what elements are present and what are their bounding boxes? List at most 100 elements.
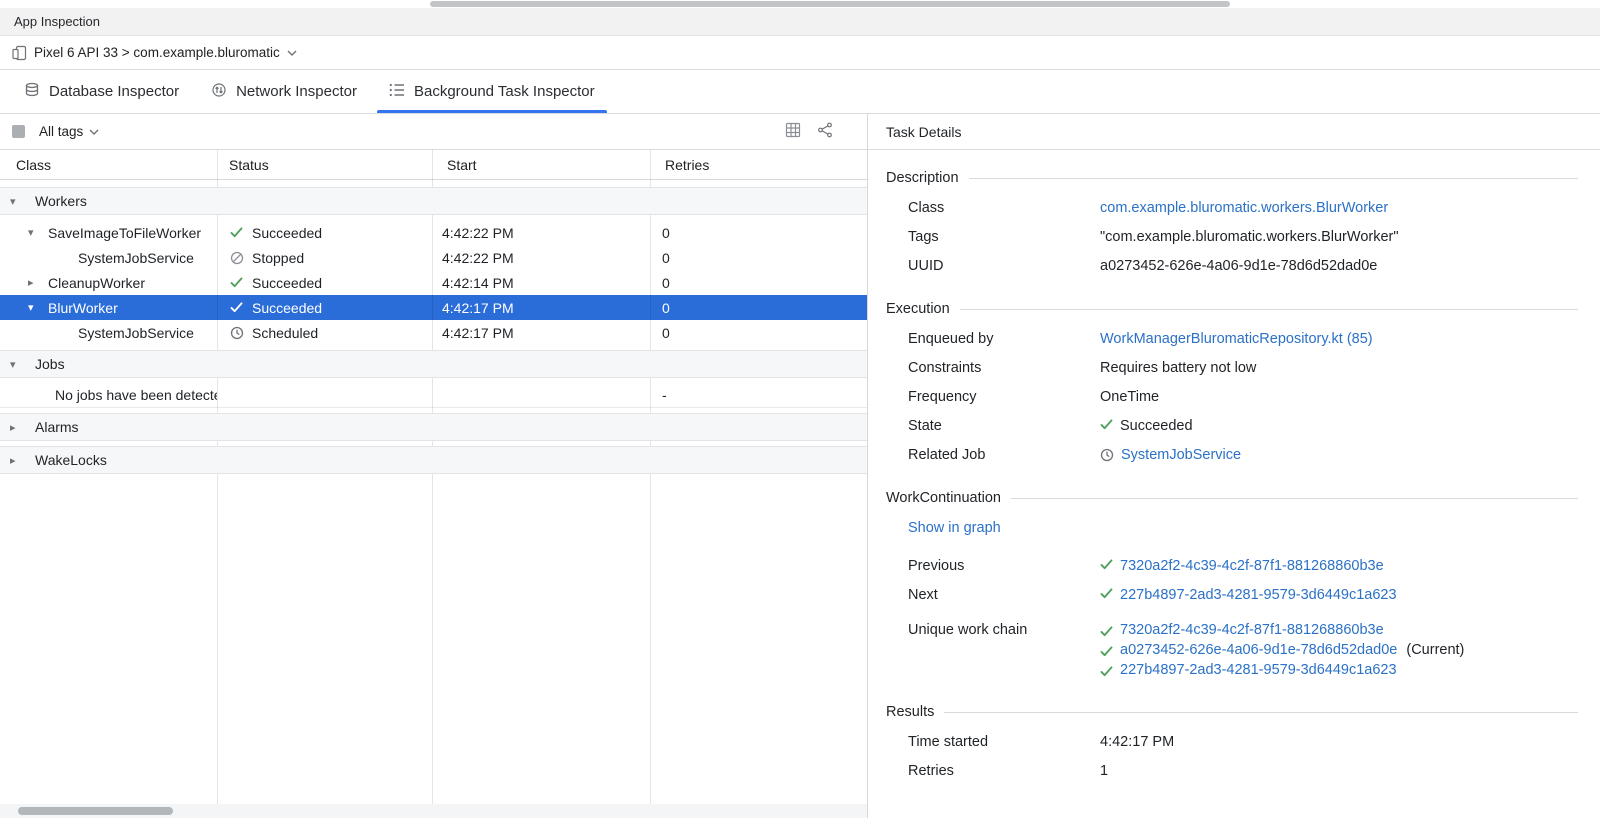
section-alarms[interactable]: ▸ Alarms (0, 413, 867, 441)
previous-work-link[interactable]: 7320a2f2-4c39-4c2f-87f1-881268860b3e (1120, 558, 1384, 575)
succeeded-icon (1100, 588, 1113, 599)
column-header-retries[interactable]: Retries (650, 150, 867, 179)
status-text: Stopped (252, 250, 304, 266)
succeeded-icon (229, 302, 244, 313)
status-text: Succeeded (252, 300, 322, 316)
detail-row-tags: Tags "com.example.bluromatic.workers.Blu… (886, 229, 1578, 246)
stopped-icon (229, 251, 244, 265)
chain-work-link[interactable]: 227b4897-2ad3-4281-9579-3d6449c1a623 (1120, 662, 1397, 678)
succeeded-icon (1100, 419, 1113, 430)
panel-title: App Inspection (14, 14, 100, 29)
description-heading: Description (886, 170, 1578, 186)
status-text: Succeeded (252, 225, 322, 241)
next-work-link[interactable]: 227b4897-2ad3-4281-9579-3d6449c1a623 (1120, 587, 1397, 604)
device-process-selector[interactable]: Pixel 6 API 33 > com.example.bluromatic (34, 45, 280, 60)
chain-item-current: a0273452-626e-4a06-9d1e-78d6d52dad0e (Cu… (1100, 642, 1464, 658)
job-class-name: SystemJobService (78, 250, 194, 266)
editor-scrollbar-track (0, 0, 1600, 8)
section-jobs[interactable]: ▾ Jobs (0, 350, 867, 378)
detail-row-state: State Succeeded (886, 418, 1578, 435)
task-details-panel: Task Details Description Class com.examp… (868, 114, 1600, 818)
tags-value: "com.example.bluromatic.workers.BlurWork… (1100, 229, 1399, 246)
section-label: Jobs (35, 356, 65, 372)
tab-network-inspector[interactable]: Network Inspector (195, 70, 373, 113)
class-link[interactable]: com.example.bluromatic.workers.BlurWorke… (1100, 200, 1388, 217)
device-bar: Pixel 6 API 33 > com.example.bluromatic (0, 36, 1600, 70)
retries-value: 1 (1100, 763, 1108, 780)
column-header-class[interactable]: Class (0, 150, 217, 179)
retries-count: 0 (650, 295, 867, 320)
frequency-value: OneTime (1100, 389, 1159, 406)
table-row-systemjobservice[interactable]: SystemJobService Stopped 4:42:22 PM 0 (0, 245, 867, 270)
worker-class-name: SaveImageToFileWorker (48, 225, 201, 241)
detail-row-related-job: Related Job SystemJobService (886, 447, 1578, 464)
show-in-graph-link[interactable]: Show in graph (908, 520, 1001, 536)
chain-item: 227b4897-2ad3-4281-9579-3d6449c1a623 (1100, 662, 1464, 678)
table-hscroll-track (0, 804, 867, 818)
detail-row-retries: Retries 1 (886, 763, 1578, 780)
worker-class-name: CleanupWorker (48, 275, 145, 291)
start-time: 4:42:22 PM (432, 220, 650, 245)
table-horizontal-scrollbar[interactable] (18, 807, 173, 815)
chevron-down-icon[interactable]: ▾ (28, 301, 48, 314)
task-table-panel: All tags (0, 114, 868, 818)
task-table: Class Status Start Retries ▾ Workers ▾ S… (0, 150, 867, 818)
task-list-icon (389, 83, 405, 101)
tab-background-task-inspector[interactable]: Background Task Inspector (373, 70, 611, 113)
detail-row-previous: Previous 7320a2f2-4c39-4c2f-87f1-8812688… (886, 558, 1578, 575)
task-details-header: Task Details (868, 114, 1600, 150)
table-row-saveimagetofileworker[interactable]: ▾ SaveImageToFileWorker Succeeded 4:42:2… (0, 220, 867, 245)
column-header-start[interactable]: Start (432, 150, 650, 179)
section-workers[interactable]: ▾ Workers (0, 187, 867, 215)
chain-work-link[interactable]: a0273452-626e-4a06-9d1e-78d6d52dad0e (1120, 642, 1397, 658)
retries-count: 0 (650, 245, 867, 270)
tab-label: Database Inspector (49, 83, 179, 100)
detail-row-frequency: Frequency OneTime (886, 389, 1578, 406)
column-header-status[interactable]: Status (217, 150, 432, 179)
start-time: 4:42:14 PM (432, 270, 650, 295)
chevron-down-icon[interactable]: ▾ (28, 226, 48, 239)
panel-header: App Inspection (0, 8, 1600, 36)
uuid-value: a0273452-626e-4a06-9d1e-78d6d52dad0e (1100, 258, 1377, 275)
time-started-value: 4:42:17 PM (1100, 734, 1174, 751)
detail-row-next: Next 227b4897-2ad3-4281-9579-3d6449c1a62… (886, 587, 1578, 604)
all-tags-dropdown[interactable]: All tags (39, 124, 99, 139)
section-wakelocks[interactable]: ▸ WakeLocks (0, 446, 867, 474)
succeeded-icon (229, 277, 244, 288)
execution-heading: Execution (886, 301, 1578, 317)
chain-work-link[interactable]: 7320a2f2-4c39-4c2f-87f1-881268860b3e (1120, 622, 1384, 638)
graph-view-button[interactable] (817, 122, 833, 141)
workcontinuation-heading: WorkContinuation (886, 490, 1578, 506)
task-details-title: Task Details (886, 124, 961, 140)
table-row-cleanupworker[interactable]: ▸ CleanupWorker Succeeded 4:42:14 PM 0 (0, 270, 867, 295)
related-job-link[interactable]: SystemJobService (1121, 447, 1241, 464)
chevron-right-icon: ▸ (10, 421, 28, 434)
detail-row-uuid: UUID a0273452-626e-4a06-9d1e-78d6d52dad0… (886, 258, 1578, 275)
table-view-button[interactable] (785, 122, 801, 141)
editor-horizontal-scrollbar[interactable] (430, 1, 1230, 7)
section-label: Alarms (35, 419, 79, 435)
succeeded-icon (229, 227, 244, 238)
chevron-down-icon[interactable] (287, 50, 297, 56)
chain-item: 7320a2f2-4c39-4c2f-87f1-881268860b3e (1100, 622, 1464, 638)
table-row-systemjobservice[interactable]: SystemJobService Scheduled 4:42:17 PM 0 (0, 320, 867, 345)
detail-row-unique-work-chain: Unique work chain 7320a2f2-4c39-4c2f-87f… (886, 622, 1578, 678)
status-text: Scheduled (252, 325, 318, 341)
jobs-empty-row: No jobs have been detected. - (0, 383, 867, 408)
table-toolbar: All tags (0, 114, 867, 150)
tab-database-inspector[interactable]: Database Inspector (8, 70, 195, 113)
chevron-down-icon (89, 129, 99, 135)
succeeded-icon (1100, 626, 1113, 637)
stop-inspection-button[interactable] (12, 125, 25, 138)
detail-row-constraints: Constraints Requires battery not low (886, 360, 1578, 377)
retries-count: 0 (650, 220, 867, 245)
inspector-tab-bar: Database Inspector Network Inspector B (0, 70, 1600, 114)
empty-message: No jobs have been detected. (0, 383, 217, 407)
table-row-blurworker-selected[interactable]: ▾ BlurWorker Succeeded 4:42:17 PM 0 (0, 295, 867, 320)
chevron-right-icon: ▸ (10, 454, 28, 467)
enqueued-by-link[interactable]: WorkManagerBluromaticRepository.kt (85) (1100, 331, 1373, 348)
retries-count: 0 (650, 320, 867, 345)
detail-row-class: Class com.example.bluromatic.workers.Blu… (886, 200, 1578, 217)
chevron-right-icon[interactable]: ▸ (28, 276, 48, 289)
chevron-down-icon: ▾ (10, 195, 28, 208)
